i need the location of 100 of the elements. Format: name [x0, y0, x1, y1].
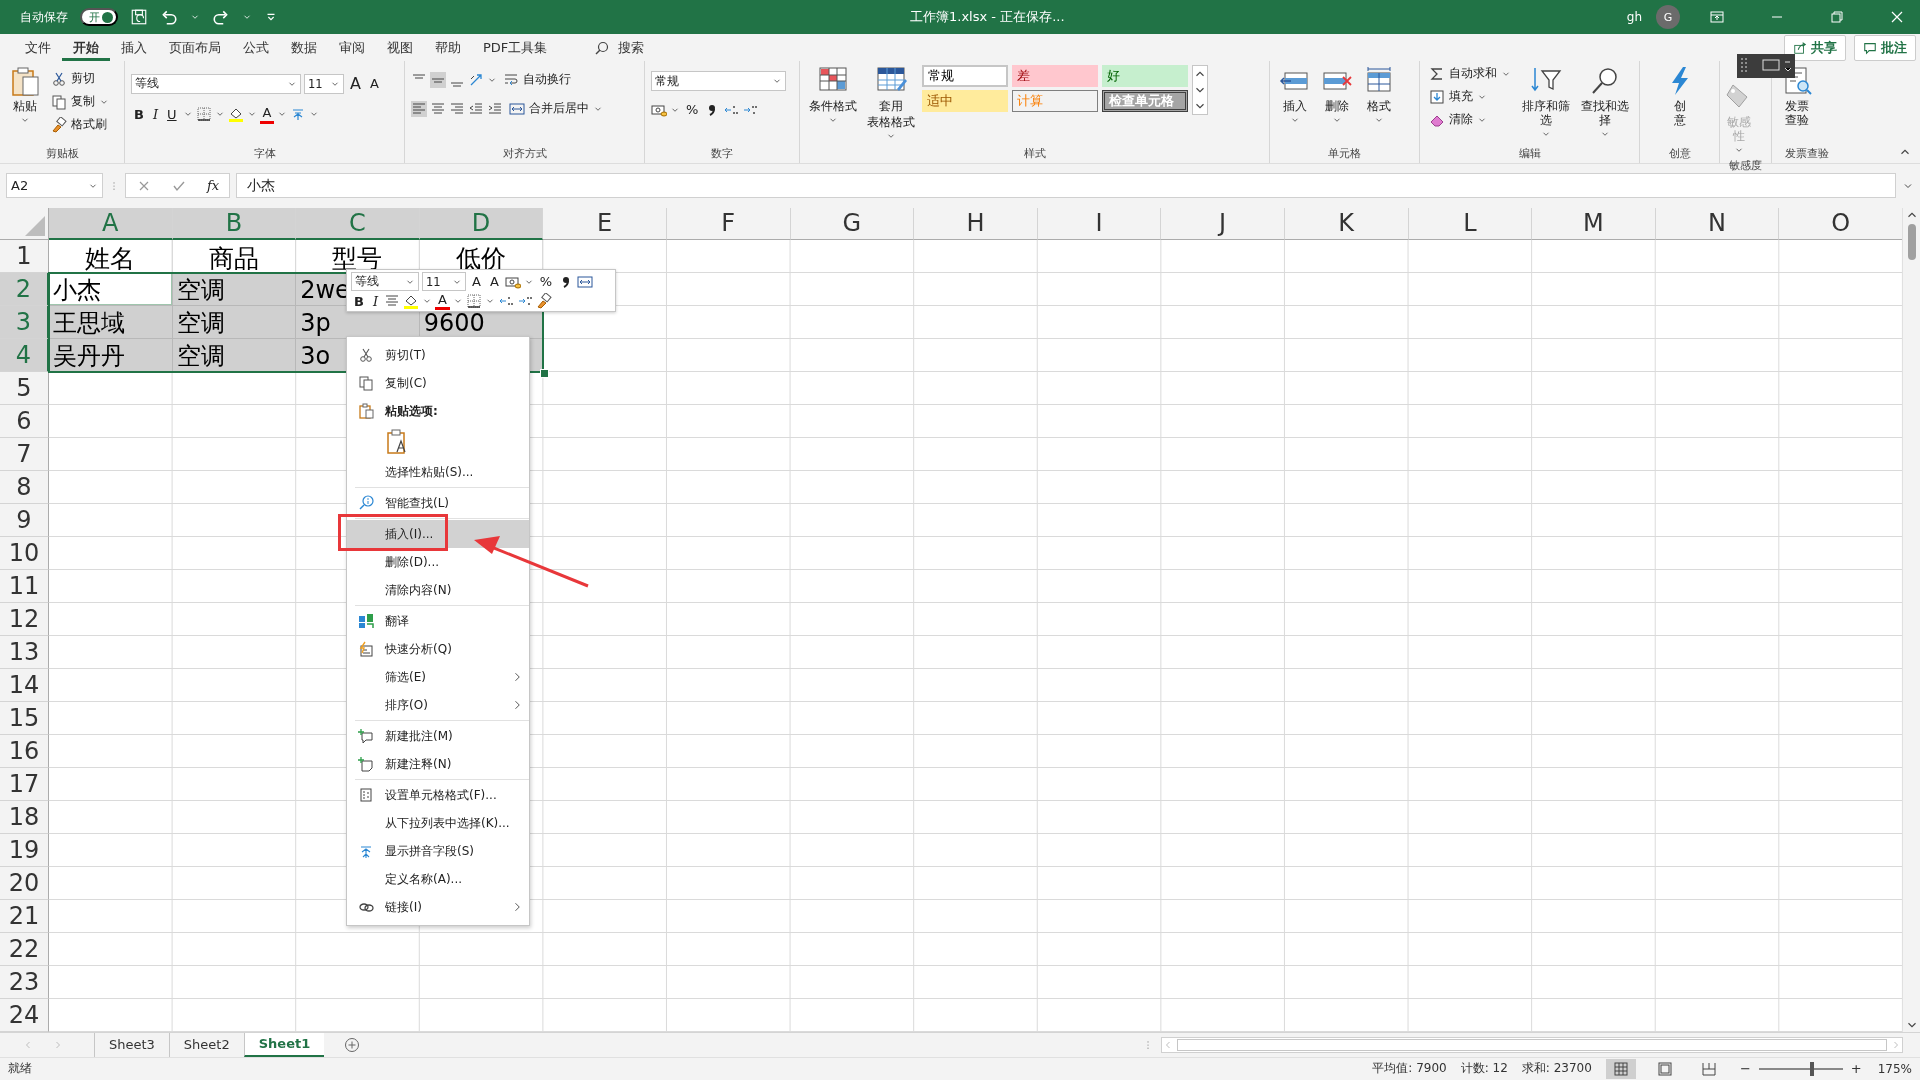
align-center-icon[interactable] [430, 100, 446, 117]
grow-font-button[interactable]: A [469, 274, 484, 289]
border-icon[interactable] [195, 106, 212, 123]
merge-icon[interactable] [577, 273, 594, 290]
clear-button[interactable]: 清除 [1426, 109, 1514, 131]
increase-indent-icon[interactable] [487, 100, 503, 117]
menu-item[interactable]: 翻译 [347, 607, 529, 635]
name-box[interactable]: A2 [6, 173, 103, 199]
font-name-select[interactable]: 等线 [351, 272, 419, 291]
cell-style-option[interactable]: 好 [1102, 65, 1188, 88]
grow-font-button[interactable]: A [347, 73, 364, 95]
column-header[interactable]: D [419, 207, 544, 240]
conditional-formatting-button[interactable]: 条件格式 [806, 63, 860, 128]
row-header[interactable]: 6 [0, 404, 49, 438]
row-header[interactable]: 8 [0, 470, 49, 504]
formula-field[interactable]: 小杰 [236, 173, 1896, 199]
sheet-tab[interactable]: Sheet3 [94, 1032, 169, 1057]
row-header[interactable]: 21 [0, 899, 49, 933]
column-header[interactable]: N [1655, 207, 1780, 240]
delete-cells-button[interactable]: 删除 [1318, 63, 1356, 128]
column-header[interactable]: K [1284, 207, 1409, 240]
row-header[interactable]: 5 [0, 371, 49, 405]
menu-tab[interactable]: PDF工具集 [472, 34, 559, 61]
menu-item[interactable]: 筛选(E) [347, 663, 529, 691]
decrease-indent-icon[interactable] [468, 100, 484, 117]
row-header[interactable]: 12 [0, 602, 49, 636]
menu-item[interactable]: 从下拉列表中选择(K)... [347, 809, 529, 837]
row-header[interactable]: 17 [0, 767, 49, 801]
restore-icon[interactable] [1829, 9, 1845, 25]
zoom-in-button[interactable]: + [1848, 1061, 1864, 1077]
font-name-select[interactable]: 等线 [131, 73, 301, 94]
cell-style-option[interactable]: 差 [1012, 65, 1098, 88]
autosave-toggle[interactable]: 开 [80, 8, 118, 26]
row-header[interactable]: 14 [0, 668, 49, 702]
insert-cells-button[interactable]: 插入 [1276, 63, 1314, 128]
paste-button[interactable]: 粘贴 [6, 63, 44, 128]
row-header[interactable]: 24 [0, 998, 49, 1032]
menu-item[interactable]: 设置单元格格式(F)... [347, 781, 529, 809]
percent-button[interactable]: % [683, 101, 702, 119]
border-icon[interactable] [465, 293, 482, 309]
ribbon-display-icon[interactable] [1709, 9, 1725, 25]
format-as-table-button[interactable]: 套用 表格格式 [864, 63, 918, 144]
menu-tab[interactable]: 帮助 [424, 34, 472, 61]
column-header[interactable]: M [1532, 207, 1656, 240]
menu-tab[interactable]: 公式 [232, 34, 280, 61]
row-header[interactable]: 4 [0, 338, 49, 372]
copy-button[interactable]: 复制 [48, 91, 112, 113]
comment-button[interactable]: 批注 [1854, 34, 1916, 61]
shrink-font-button[interactable]: A [486, 274, 502, 289]
number-format-select[interactable]: 常规 [651, 71, 786, 92]
font-size-select[interactable]: 11 [422, 272, 466, 291]
column-header[interactable]: F [666, 207, 791, 240]
sheet-tab[interactable]: Sheet2 [168, 1032, 244, 1057]
menu-item[interactable]: 智能查找(L) [347, 489, 529, 517]
find-select-button[interactable]: 查找和选择 [1577, 63, 1633, 142]
row-header[interactable]: 10 [0, 536, 49, 570]
row-header[interactable]: 9 [0, 503, 49, 537]
format-cells-button[interactable]: 格式 [1360, 63, 1398, 128]
menu-item[interactable]: 新建注释(N) [347, 750, 529, 778]
bold-button[interactable]: B [131, 105, 147, 123]
row-header[interactable]: 11 [0, 569, 49, 603]
menu-tab[interactable]: 文件 [14, 34, 62, 61]
wrap-text-button[interactable]: 自动换行 [500, 69, 574, 91]
column-header[interactable]: I [1037, 207, 1162, 240]
row-header[interactable]: 13 [0, 635, 49, 669]
cut-button[interactable]: 剪切 [48, 68, 112, 90]
merge-center-button[interactable]: 合并后居中 [506, 98, 606, 120]
share-button[interactable]: 共享 [1784, 34, 1846, 61]
menu-item[interactable]: 插入(I)... [347, 520, 529, 548]
align-middle-icon[interactable] [430, 71, 446, 88]
menu-item[interactable]: 定义名称(A)... [347, 865, 529, 893]
fill-color-icon[interactable] [227, 106, 244, 123]
column-header[interactable]: H [914, 207, 1038, 240]
font-size-select[interactable]: 11 [304, 73, 344, 94]
column-header[interactable]: A [49, 207, 173, 240]
undo-icon[interactable] [160, 8, 178, 26]
menu-tab[interactable]: 数据 [280, 34, 328, 61]
row-header[interactable]: 7 [0, 437, 49, 471]
font-color-button[interactable]: A [259, 104, 275, 125]
underline-button[interactable]: U [164, 105, 180, 123]
close-icon[interactable] [1889, 9, 1905, 25]
fill-color-icon[interactable] [403, 293, 420, 309]
row-header[interactable]: 2 [0, 272, 49, 306]
cell-style-option[interactable]: 常规 [922, 65, 1008, 88]
row-header[interactable]: 22 [0, 932, 49, 966]
menu-item[interactable]: 新建批注(M) [347, 722, 529, 750]
menu-tab[interactable]: 审阅 [328, 34, 376, 61]
menu-tab[interactable]: 页面布局 [158, 34, 232, 61]
align-right-icon[interactable] [449, 100, 465, 117]
save-icon[interactable] [130, 8, 148, 26]
scroll-thumb[interactable] [1907, 223, 1916, 260]
ideas-button[interactable]: 创意 [1660, 63, 1699, 130]
sheet-tab[interactable]: Sheet1 [243, 1032, 325, 1057]
search-button[interactable]: 搜索 [588, 37, 651, 58]
column-header[interactable]: B [172, 207, 297, 240]
zoom-out-button[interactable]: − [1737, 1061, 1753, 1077]
autosum-button[interactable]: 自动求和 [1426, 63, 1514, 85]
add-sheet-icon[interactable] [344, 1036, 361, 1053]
menu-item[interactable]: 排序(O) [347, 691, 529, 719]
menu-tab[interactable]: 插入 [110, 34, 158, 61]
